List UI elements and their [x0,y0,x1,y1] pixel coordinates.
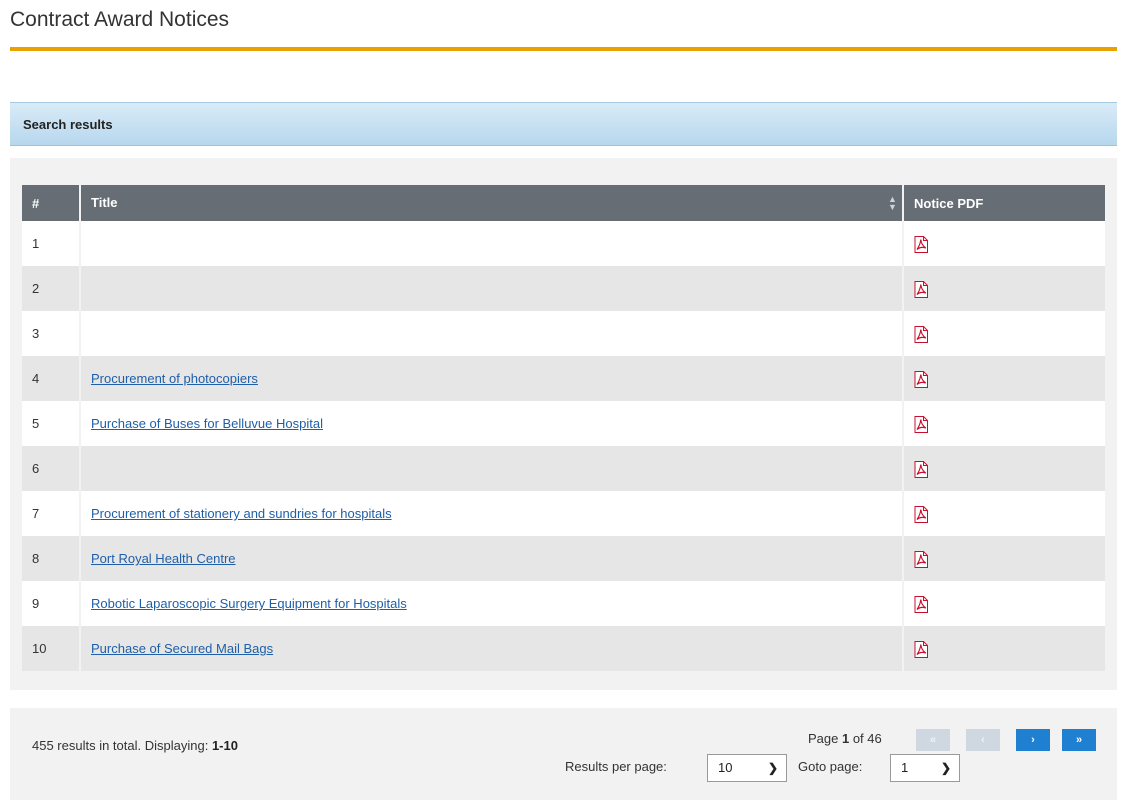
table-row: 6 [22,446,1105,491]
row-pdf-cell [903,581,1105,626]
row-title-cell [80,311,904,356]
notice-title-link[interactable]: Purchase of Secured Mail Bags [91,641,273,656]
last-page-button[interactable]: » [1062,729,1096,751]
notice-title-link[interactable]: Procurement of stationery and sundries f… [91,506,392,521]
notice-title-link[interactable]: Port Royal Health Centre [91,551,236,566]
of-word: of [849,731,868,746]
row-number: 10 [22,626,81,671]
row-number: 4 [22,356,81,401]
row-number: 6 [22,446,81,491]
row-number: 7 [22,491,81,536]
row-pdf-cell [903,311,1105,356]
row-title-cell: Robotic Laparoscopic Surgery Equipment f… [80,581,904,626]
results-summary-range: 1-10 [211,738,238,753]
row-number: 5 [22,401,81,446]
pdf-icon[interactable] [914,280,928,298]
previous-page-button[interactable]: ‹ [966,729,1000,751]
row-title-cell: Purchase of Buses for Belluvue Hospital [80,401,904,446]
pdf-icon[interactable] [914,505,928,523]
row-title-cell [80,266,904,311]
row-pdf-cell [903,491,1105,536]
results-per-page-value: 10 [718,760,733,775]
results-per-page-select[interactable]: 10 ❯ [707,754,787,782]
pdf-icon[interactable] [914,415,928,433]
column-header-number: # [22,185,81,221]
row-pdf-cell [903,401,1105,446]
title-underline [10,47,1117,51]
row-number: 2 [22,266,81,311]
row-pdf-cell [903,536,1105,581]
row-pdf-cell [903,446,1105,491]
table-row: 3 [22,311,1105,356]
row-pdf-cell [903,356,1105,401]
pdf-icon[interactable] [914,370,928,388]
goto-page-select[interactable]: 1 ❯ [890,754,960,782]
row-title-cell: Procurement of stationery and sundries f… [80,491,904,536]
table-row: 9 Robotic Laparoscopic Surgery Equipment … [22,581,1105,626]
page-indicator: Page 1 of 46 [808,731,882,746]
row-pdf-cell [903,221,1105,266]
goto-page-label: Goto page: [798,759,863,774]
column-header-title[interactable]: Title ▲ ▼ [80,185,904,221]
total-pages: 46 [867,731,882,746]
table-header-row: # Title ▲ ▼ Notice PDF [22,185,1105,221]
search-results-header: Search results [10,102,1117,146]
row-number: 9 [22,581,81,626]
notice-title-link[interactable]: Robotic Laparoscopic Surgery Equipment f… [91,596,407,611]
table-row: 4 Procurement of photocopiers [22,356,1105,401]
row-title-cell: Purchase of Secured Mail Bags [80,626,904,671]
notice-title-link[interactable]: Procurement of photocopiers [91,371,258,386]
pdf-icon[interactable] [914,550,928,568]
chevron-down-icon: ❯ [767,761,778,775]
row-number: 8 [22,536,81,581]
row-title-cell [80,221,904,266]
search-results-label: Search results [23,117,113,132]
results-panel: # Title ▲ ▼ Notice PDF 1 2 3 4 Procurement of… [10,158,1117,690]
results-summary: 455 results in total. Displaying: 1-10 [32,738,238,753]
pdf-icon[interactable] [914,235,928,253]
chevron-down-icon: ❯ [940,761,951,775]
table-row: 1 [22,221,1105,266]
page-title: Contract Award Notices [10,8,230,31]
table-row: 5 Purchase of Buses for Belluvue Hospital [22,401,1105,446]
row-number: 3 [22,311,81,356]
pdf-icon[interactable] [914,640,928,658]
results-summary-text: 455 results in total. Displaying: [32,738,212,753]
column-header-notice-pdf: Notice PDF [903,185,1105,221]
pdf-icon[interactable] [914,325,928,343]
row-number: 1 [22,221,81,266]
row-pdf-cell [903,266,1105,311]
results-per-page-label: Results per page: [565,759,667,774]
page-word: Page [808,731,842,746]
pager-bar: 455 results in total. Displaying: 1-10 P… [10,708,1117,800]
pdf-icon[interactable] [914,595,928,613]
pdf-icon[interactable] [914,460,928,478]
row-pdf-cell [903,626,1105,671]
row-title-cell: Procurement of photocopiers [80,356,904,401]
notice-title-link[interactable]: Purchase of Buses for Belluvue Hospital [91,416,323,431]
table-row: 7 Procurement of stationery and sundries … [22,491,1105,536]
table-row: 2 [22,266,1105,311]
row-title-cell: Port Royal Health Centre [80,536,904,581]
table-row: 8 Port Royal Health Centre [22,536,1105,581]
sort-icon[interactable]: ▲ ▼ [888,195,897,212]
goto-page-value: 1 [901,760,909,775]
column-header-title-label: Title [91,195,118,210]
table-row: 10 Purchase of Secured Mail Bags [22,626,1105,671]
next-page-button[interactable]: › [1016,729,1050,751]
first-page-button[interactable]: « [916,729,950,751]
results-table: # Title ▲ ▼ Notice PDF 1 2 3 4 Procurement of… [22,185,1105,671]
row-title-cell [80,446,904,491]
